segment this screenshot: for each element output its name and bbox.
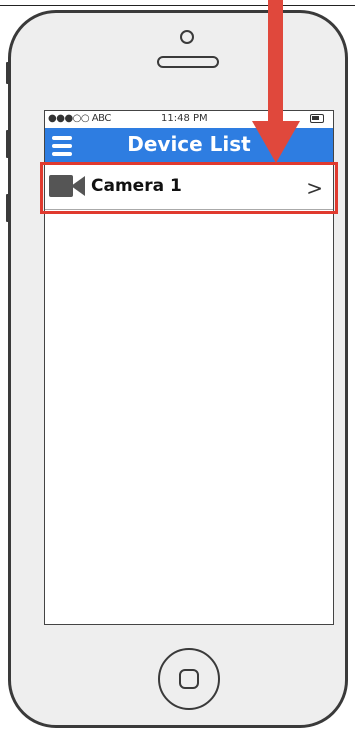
carrier-signal: ●●●○○ ABC xyxy=(48,113,111,124)
status-time: 11:48 PM xyxy=(161,113,208,124)
top-divider xyxy=(0,5,355,6)
earpiece-speaker xyxy=(157,56,219,68)
volume-down-button xyxy=(6,194,10,222)
home-square-icon xyxy=(179,669,199,689)
mute-switch xyxy=(6,62,10,84)
front-camera xyxy=(180,30,194,44)
highlight-box xyxy=(40,162,338,214)
volume-up-button xyxy=(6,130,10,158)
battery-icon xyxy=(310,114,324,123)
callout-arrow-head xyxy=(252,121,300,163)
callout-arrow-shaft xyxy=(268,0,283,122)
home-button[interactable] xyxy=(158,648,220,710)
